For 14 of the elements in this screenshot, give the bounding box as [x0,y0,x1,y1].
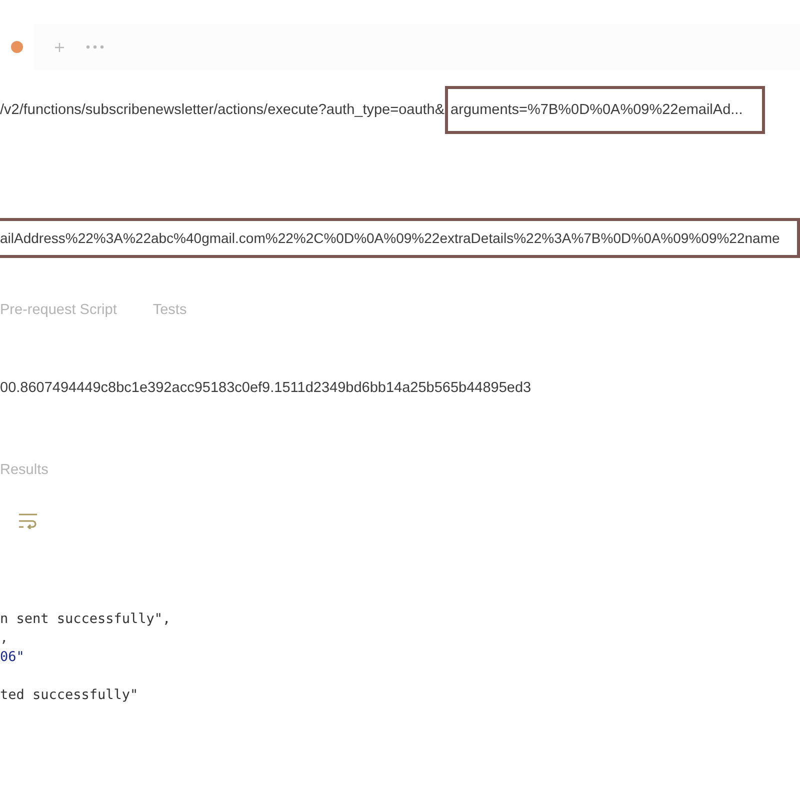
response-line: n sent successfully", [0,610,171,629]
request-url-text: /v2/functions/subscribenewsletter/actions/execute?auth_type=oauth& [0,101,445,120]
response-line: , [0,629,8,648]
response-line: 06" [0,648,24,667]
wrap-lines-icon[interactable] [18,513,38,529]
request-tab[interactable]: Tests [152,300,187,320]
highlighted-param-text: ailAddress%22%3A%22abc%40gmail.com%22%2C%0D%0A%09%22extraDetails%22%3A%7B%0D%0A%09%09%22name [0,218,800,258]
token-value: 00.8607494449c8bc1e392acc95183c0ef9.1511d2349bd6bb14a25b565b44895ed3 [0,379,532,398]
plus-icon[interactable] [55,42,64,52]
more-icon[interactable] [86,45,104,49]
response-line: ted successfully" [0,686,138,705]
highlighted-url-text: arguments=%7B%0D%0A%09%22emailAd... [444,86,765,134]
request-tab[interactable]: Pre-request Script [0,300,117,320]
response-tab[interactable]: Results [0,460,48,480]
